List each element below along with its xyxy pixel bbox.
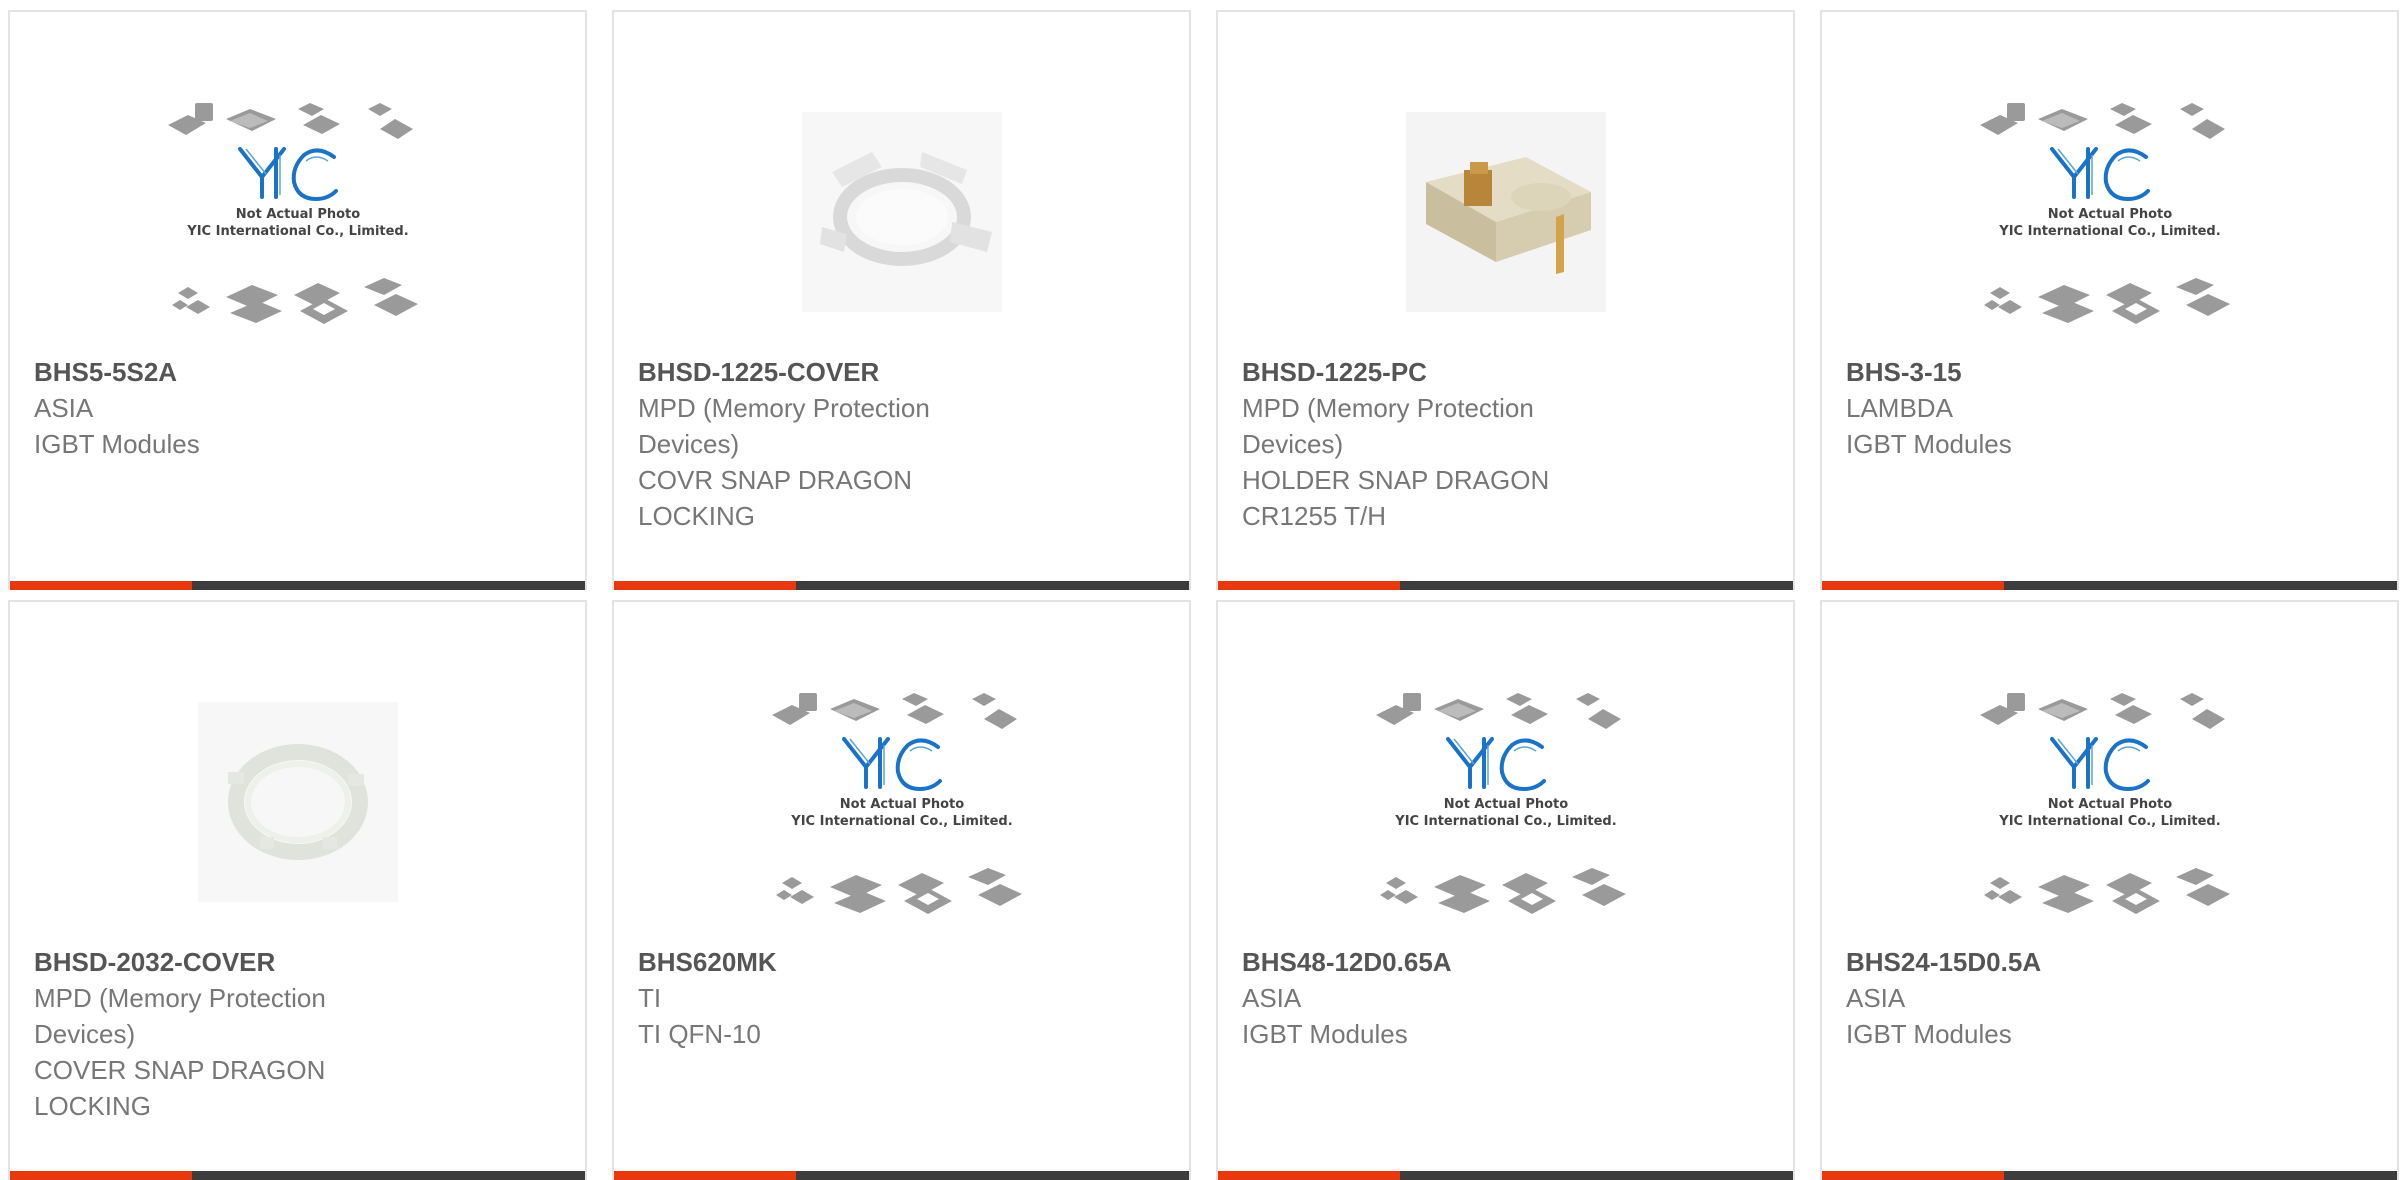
card-bottom-bar [614, 581, 1189, 590]
part-number-link[interactable]: BHS5-5S2A [34, 354, 394, 390]
not-actual-photo-text: Not Actual Photo [235, 207, 359, 222]
description-text: LOCKING [638, 501, 756, 531]
not-actual-photo-text: Not Actual Photo [1443, 797, 1567, 812]
card-accent-bar [1822, 1171, 2004, 1180]
placeholder-image[interactable]: Not Actual Photo YIC International Co., … [153, 74, 443, 349]
company-name-text: YIC International Co., Limited. [186, 224, 408, 239]
product-info: BHS24-15D0.5A ASIA IGBT Modules [1846, 944, 2206, 1052]
placeholder-image[interactable]: Not Actual Photo YIC International Co., … [1361, 664, 1651, 939]
not-actual-photo-text: Not Actual Photo [2047, 797, 2171, 812]
part-number-link[interactable]: BHS48-12D0.65A [1242, 944, 1602, 980]
manufacturer-text: LAMBDA [1846, 393, 1953, 423]
manufacturer-text: ASIA [34, 393, 94, 423]
not-actual-photo-text: Not Actual Photo [2047, 207, 2171, 222]
placeholder-image[interactable]: Not Actual Photo YIC International Co., … [1965, 664, 2255, 939]
product-card[interactable]: BHSD-1225-PC MPD (Memory Protection Device… [1216, 10, 1795, 590]
card-accent-bar [1218, 1171, 1400, 1180]
manufacturer-text: TI [638, 983, 662, 1013]
product-info: BHS48-12D0.65A ASIA IGBT Modules [1242, 944, 1602, 1052]
card-accent-bar [614, 1171, 796, 1180]
manufacturer-text: MPD (Memory Protection [638, 393, 930, 423]
part-number-link[interactable]: BHSD-1225-COVER [638, 354, 998, 390]
description-text: Devices) [638, 429, 740, 459]
product-card[interactable]: Not Actual Photo YIC International Co., … [1820, 600, 2399, 1180]
placeholder-image[interactable]: Not Actual Photo YIC International Co., … [757, 664, 1047, 939]
description-text: IGBT Modules [1242, 1019, 1408, 1049]
description-text: IGBT Modules [34, 429, 200, 459]
product-card[interactable]: BHSD-2032-COVER MPD (Memory Protection Dev… [8, 600, 587, 1180]
description-text: TI QFN-10 [638, 1019, 761, 1049]
part-number-link[interactable]: BHSD-1225-PC [1242, 354, 1602, 390]
product-grid: Not Actual Photo YIC International Co., … [8, 10, 2399, 1180]
part-number-link[interactable]: BHS620MK [638, 944, 998, 980]
card-bottom-bar [1218, 1171, 1793, 1180]
card-bottom-bar [1822, 1171, 2397, 1180]
card-bottom-bar [1822, 581, 2397, 590]
part-number-link[interactable]: BHSD-2032-COVER [34, 944, 394, 980]
description-text: LOCKING [34, 1091, 152, 1121]
product-image[interactable] [1361, 74, 1651, 349]
description-text: COVER SNAP DRAGON [34, 1055, 326, 1085]
product-info: BHS5-5S2A ASIA IGBT Modules [34, 354, 394, 462]
company-name-text: YIC International Co., Limited. [790, 814, 1012, 829]
card-bottom-bar [1218, 581, 1793, 590]
card-bottom-bar [10, 1171, 585, 1180]
product-info: BHS620MK TI TI QFN-10 [638, 944, 998, 1052]
card-bottom-bar [614, 1171, 1189, 1180]
manufacturer-text: MPD (Memory Protection [1242, 393, 1534, 423]
card-accent-bar [10, 1171, 192, 1180]
product-image[interactable] [153, 664, 443, 939]
card-bottom-bar [10, 581, 585, 590]
card-accent-bar [1822, 581, 2004, 590]
description-text: Devices) [34, 1019, 136, 1049]
manufacturer-text: ASIA [1846, 983, 1906, 1013]
card-accent-bar [614, 581, 796, 590]
description-text: Devices) [1242, 429, 1344, 459]
description-text: IGBT Modules [1846, 1019, 2012, 1049]
description-text: CR1255 T/H [1242, 501, 1387, 531]
description-text: IGBT Modules [1846, 429, 2012, 459]
manufacturer-text: MPD (Memory Protection [34, 983, 326, 1013]
manufacturer-text: ASIA [1242, 983, 1302, 1013]
product-info: BHS-3-15 LAMBDA IGBT Modules [1846, 354, 2206, 462]
product-card[interactable]: Not Actual Photo YIC International Co., … [1216, 600, 1795, 1180]
company-name-text: YIC International Co., Limited. [1998, 814, 2220, 829]
card-accent-bar [10, 581, 192, 590]
product-info: BHSD-2032-COVER MPD (Memory Protection Dev… [34, 944, 394, 1124]
company-name-text: YIC International Co., Limited. [1394, 814, 1616, 829]
not-actual-photo-text: Not Actual Photo [839, 797, 963, 812]
product-card[interactable]: BHSD-1225-COVER MPD (Memory Protection Dev… [612, 10, 1191, 590]
product-card[interactable]: Not Actual Photo YIC International Co., … [1820, 10, 2399, 590]
placeholder-image[interactable]: Not Actual Photo YIC International Co., … [1965, 74, 2255, 349]
card-accent-bar [1218, 581, 1400, 590]
product-info: BHSD-1225-PC MPD (Memory Protection Device… [1242, 354, 1602, 534]
product-info: BHSD-1225-COVER MPD (Memory Protection Dev… [638, 354, 998, 534]
description-text: HOLDER SNAP DRAGON [1242, 465, 1550, 495]
part-number-link[interactable]: BHS-3-15 [1846, 354, 2206, 390]
company-name-text: YIC International Co., Limited. [1998, 224, 2220, 239]
description-text: COVR SNAP DRAGON [638, 465, 913, 495]
product-card[interactable]: Not Actual Photo YIC International Co., … [612, 600, 1191, 1180]
product-card[interactable]: Not Actual Photo YIC International Co., … [8, 10, 587, 590]
product-image[interactable] [757, 74, 1047, 349]
part-number-link[interactable]: BHS24-15D0.5A [1846, 944, 2206, 980]
